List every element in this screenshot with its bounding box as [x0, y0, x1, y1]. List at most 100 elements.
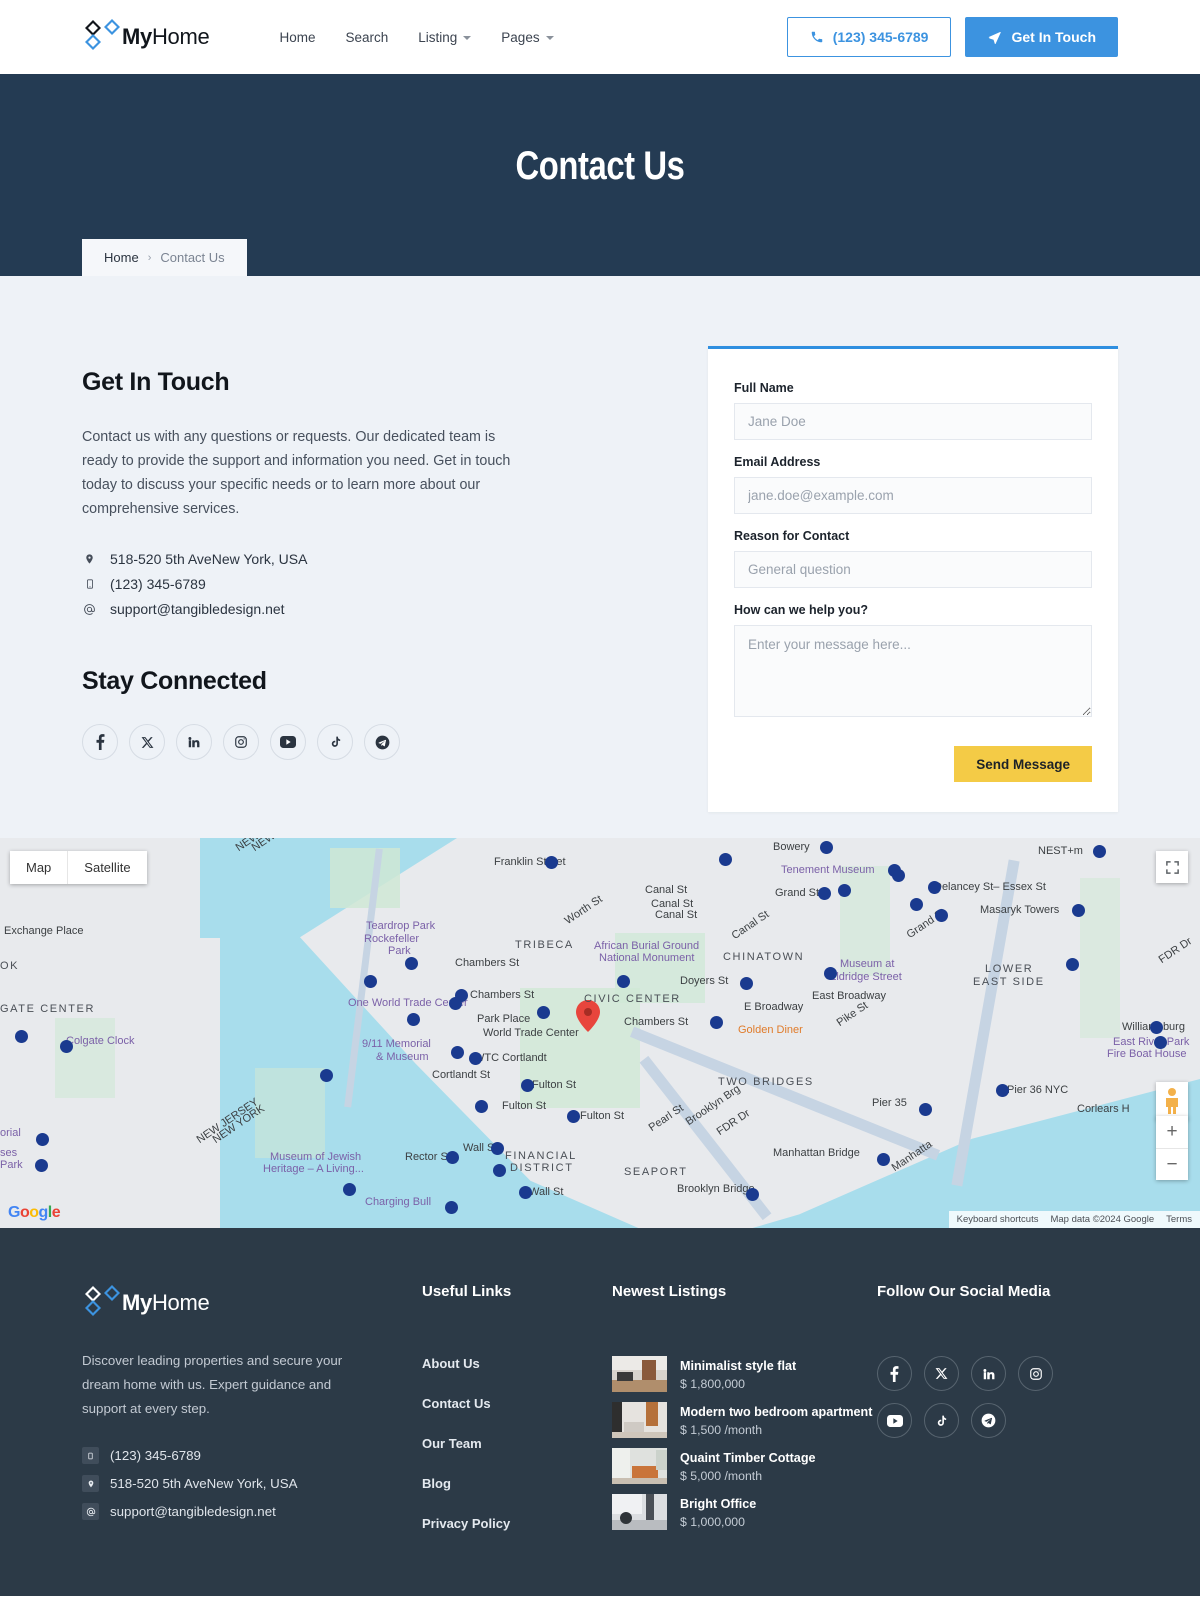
- map-transit-marker: [617, 975, 630, 988]
- map-label: Fire Boat House: [1107, 1048, 1187, 1060]
- map-label: African Burial Ground: [594, 940, 700, 952]
- facebook-icon[interactable]: [82, 724, 118, 760]
- field-reason: Reason for Contact: [734, 529, 1092, 588]
- stay-connected-heading: Stay Connected: [82, 667, 267, 695]
- footer-link-privacy-policy[interactable]: Privacy Policy: [422, 1516, 612, 1531]
- site-header: MyHome Home Search Listing Pages (123) 3…: [0, 0, 1200, 74]
- map-transit-marker: [996, 1084, 1009, 1097]
- map-label: Chambers St: [470, 989, 535, 1001]
- map-label: Chambers St: [624, 1016, 689, 1028]
- map-transit-marker: [15, 1030, 28, 1043]
- map-transit-marker: [36, 1133, 49, 1146]
- paper-plane-icon: [987, 30, 1002, 45]
- map-transit-marker: [405, 957, 418, 970]
- map-attribution: Keyboard shortcuts Map data ©2024 Google…: [948, 1211, 1200, 1228]
- listing-price: $ 1,000,000: [680, 1514, 745, 1529]
- list-item[interactable]: Bright Office $ 1,000,000: [612, 1494, 877, 1530]
- page-root: MyHome Home Search Listing Pages (123) 3…: [0, 0, 1200, 1600]
- nav-item-listing[interactable]: Listing: [418, 30, 472, 45]
- map-label: Eldridge Street: [829, 971, 902, 983]
- map-type-map-button[interactable]: Map: [10, 851, 67, 884]
- map-label: Delancey St– Essex St: [934, 881, 1046, 893]
- footer-social-column: Follow Our Social Media: [877, 1283, 1107, 1596]
- footer-link-blog[interactable]: Blog: [422, 1476, 612, 1491]
- footer-link-about-us[interactable]: About Us: [422, 1356, 612, 1371]
- facebook-icon[interactable]: [877, 1356, 912, 1391]
- map-label: Museum of Jewish: [270, 1151, 362, 1163]
- map-label: Corlears H: [1077, 1103, 1130, 1115]
- map-label: NEST+m: [1038, 845, 1083, 857]
- social-media-title: Follow Our Social Media: [877, 1283, 1051, 1300]
- brand-logo-link[interactable]: MyHome: [82, 17, 210, 57]
- x-twitter-icon[interactable]: [924, 1356, 959, 1391]
- email-input[interactable]: [734, 477, 1092, 514]
- map-label: CIVIC CENTER: [584, 993, 681, 1005]
- fullscreen-icon[interactable]: [1156, 851, 1188, 883]
- nav-item-pages[interactable]: Pages: [501, 30, 554, 45]
- tiktok-icon[interactable]: [924, 1403, 959, 1438]
- map-label: Exchange Place: [4, 925, 84, 937]
- nav-item-home[interactable]: Home: [279, 30, 315, 45]
- list-item[interactable]: Modern two bedroom apartment $ 1,500 /mo…: [612, 1402, 877, 1438]
- list-item[interactable]: Quaint Timber Cottage $ 5,000 /month: [612, 1448, 877, 1484]
- instagram-icon[interactable]: [1018, 1356, 1053, 1391]
- footer-brand-logo[interactable]: MyHome: [82, 1283, 422, 1323]
- map-label: & Museum: [376, 1051, 429, 1063]
- map-transit-marker: [451, 1046, 464, 1059]
- youtube-icon[interactable]: [877, 1403, 912, 1438]
- tiktok-icon[interactable]: [317, 724, 353, 760]
- map-label: East River Park: [1113, 1036, 1190, 1048]
- map-label: World Trade Center: [483, 1027, 579, 1039]
- map-label: Manhattan Bridge: [773, 1147, 860, 1159]
- location-map[interactable]: Map Satellite + − Google Keyboard shortc…: [0, 838, 1200, 1228]
- telegram-icon[interactable]: [971, 1403, 1006, 1438]
- map-label: Tenement Museum: [781, 864, 875, 876]
- listing-thumbnail: [612, 1402, 667, 1438]
- chevron-down-icon: [463, 36, 472, 40]
- footer-link-our-team[interactable]: Our Team: [422, 1436, 612, 1451]
- list-item[interactable]: Minimalist style flat $ 1,800,000: [612, 1356, 877, 1392]
- message-textarea[interactable]: [734, 625, 1092, 717]
- listing-title: Quaint Timber Cottage: [680, 1450, 816, 1465]
- instagram-icon[interactable]: [223, 724, 259, 760]
- x-twitter-icon[interactable]: [129, 724, 165, 760]
- map-label: ses: [0, 1147, 18, 1159]
- telegram-icon[interactable]: [364, 724, 400, 760]
- send-message-button[interactable]: Send Message: [954, 746, 1092, 782]
- field-message: How can we help you?: [734, 603, 1092, 722]
- youtube-icon[interactable]: [270, 724, 306, 760]
- zoom-out-button[interactable]: −: [1156, 1148, 1188, 1180]
- linkedin-icon[interactable]: [176, 724, 212, 760]
- footer-link-contact-us[interactable]: Contact Us: [422, 1396, 612, 1411]
- contact-form-column: Full Name Email Address Reason for Conta…: [708, 346, 1118, 838]
- listing-thumbnail: [612, 1494, 667, 1530]
- phone-button[interactable]: (123) 345-6789: [786, 17, 952, 57]
- zoom-in-button[interactable]: +: [1156, 1116, 1188, 1148]
- map-type-satellite-button[interactable]: Satellite: [67, 851, 146, 884]
- breadcrumb-home-link[interactable]: Home: [104, 250, 139, 265]
- contact-address-text: 518-520 5th AveNew York, USA: [110, 551, 308, 567]
- map-transit-marker: [838, 884, 851, 897]
- reason-input[interactable]: [734, 551, 1092, 588]
- street-view-pegman-icon[interactable]: [1156, 1082, 1188, 1120]
- linkedin-icon[interactable]: [971, 1356, 1006, 1391]
- contact-details-list: 518-520 5th AveNew York, USA (123) 345-6…: [82, 551, 612, 617]
- terms-link[interactable]: Terms: [1166, 1214, 1192, 1225]
- contact-detail-phone: (123) 345-6789: [82, 576, 612, 592]
- map-transit-marker: [1150, 1021, 1163, 1034]
- map-label: Charging Bull: [365, 1196, 432, 1208]
- map-transit-marker: [710, 1016, 723, 1029]
- map-transit-marker: [567, 1110, 580, 1123]
- keyboard-shortcuts-link[interactable]: Keyboard shortcuts: [957, 1214, 1039, 1225]
- map-label: Rector St: [405, 1151, 451, 1163]
- listing-price: $ 5,000 /month: [680, 1468, 763, 1483]
- nav-item-search[interactable]: Search: [345, 30, 388, 45]
- map-label: orial: [0, 1127, 21, 1139]
- contact-main: Get In Touch Contact us with any questio…: [0, 276, 1200, 838]
- map-transit-marker: [545, 856, 558, 869]
- map-transit-marker: [740, 977, 753, 990]
- full-name-input[interactable]: [734, 403, 1092, 440]
- get-in-touch-button[interactable]: Get In Touch: [965, 17, 1118, 57]
- contact-form: Full Name Email Address Reason for Conta…: [708, 346, 1118, 812]
- chevron-down-icon: [545, 36, 554, 40]
